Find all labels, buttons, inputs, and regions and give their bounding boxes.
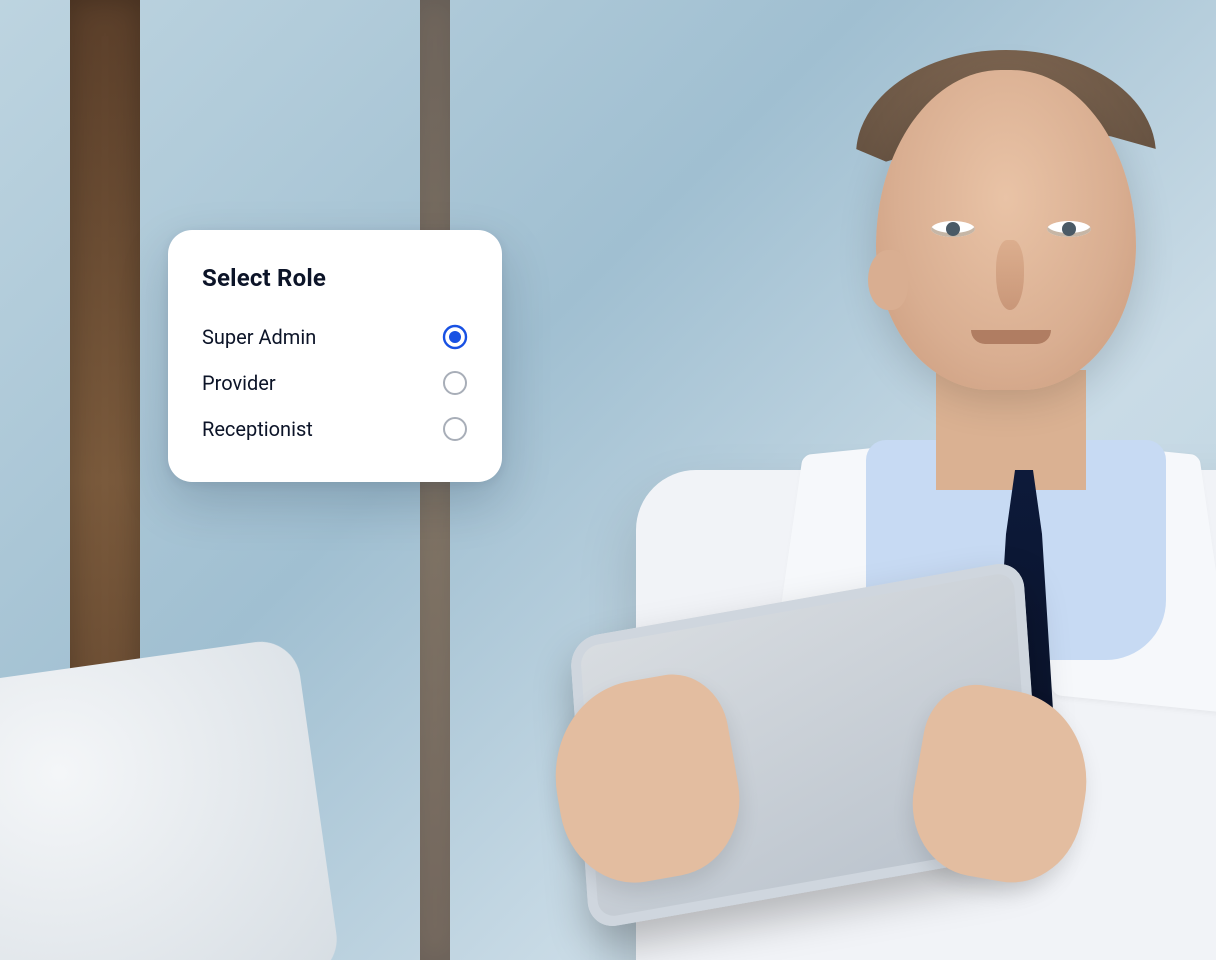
role-option-label: Super Admin [202,325,316,349]
role-option-receptionist[interactable]: Receptionist [202,406,468,452]
select-role-card: Select Role Super Admin Provider Recepti… [168,230,502,482]
radio-unselected-icon [442,416,468,442]
select-role-title: Select Role [202,264,468,292]
radio-selected-icon [442,324,468,350]
radio-unselected-icon [442,370,468,396]
screenshot-stage: Select Role Super Admin Provider Recepti… [0,0,1216,960]
role-option-provider[interactable]: Provider [202,360,468,406]
role-option-label: Provider [202,371,276,395]
role-option-label: Receptionist [202,417,313,441]
foreground-equipment [0,637,342,960]
role-option-super-admin[interactable]: Super Admin [202,314,468,360]
